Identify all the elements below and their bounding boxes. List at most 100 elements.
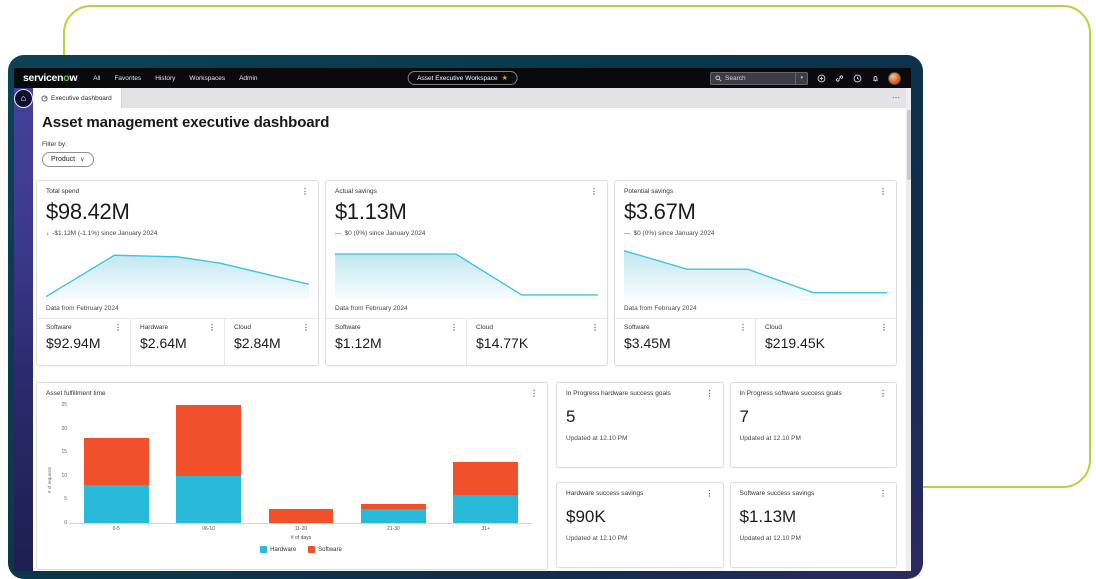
stat-value: $1.13M xyxy=(740,507,888,527)
link-icon[interactable] xyxy=(834,73,844,83)
bar-group-21-30 xyxy=(361,504,426,523)
bar-segment-software xyxy=(176,405,241,476)
bar-segment-software xyxy=(269,509,334,523)
trend-sparkline xyxy=(624,244,887,300)
breakdown-value: $1.12M xyxy=(335,335,458,351)
global-search-input[interactable]: Search ▾ xyxy=(710,72,808,85)
y-tick-label: 25 xyxy=(54,402,67,408)
kpi-card-total-spend: Total spend ⋮ $98.42M ↓ -$1.12M (-1.1%) … xyxy=(36,180,319,366)
tab-overflow-menu[interactable]: ⋯ xyxy=(892,94,906,102)
kpi-breakdown: Software⋮ $92.94M Hardware⋮ $2.64M Cloud… xyxy=(37,318,318,365)
dashboard-gauge-icon xyxy=(41,95,48,102)
chart-plot-area: 0510152025 xyxy=(70,406,532,524)
bar-group-06-10 xyxy=(176,405,241,523)
workspace-switcher-pill[interactable]: Asset Executive Workspace ★ xyxy=(407,71,518,85)
stat-title: In Progress hardware success goals xyxy=(566,390,671,397)
kebab-menu-icon[interactable]: ⋮ xyxy=(114,324,122,332)
kebab-menu-icon[interactable]: ⋮ xyxy=(591,324,599,332)
y-tick-label: 15 xyxy=(54,449,67,455)
legend-swatch xyxy=(308,546,315,553)
kebab-menu-icon[interactable]: ⋮ xyxy=(879,390,887,398)
breakdown-value: $2.84M xyxy=(234,335,310,351)
stat-updated: Updated at 12.10 PM xyxy=(566,535,714,542)
bar-group-31+ xyxy=(453,462,518,523)
legend-label: Software xyxy=(318,547,342,553)
y-tick-label: 0 xyxy=(54,520,67,526)
kpi-footnote: Data from February 2024 xyxy=(335,305,598,312)
stat-card-software-goals: In Progress software success goals⋮ 7 Up… xyxy=(730,382,898,468)
breakdown-hardware: Hardware ⋮ $2.64M xyxy=(130,319,224,365)
x-tick-label: 11-20 xyxy=(269,526,334,532)
nav-item-favorites[interactable]: Favorites xyxy=(114,75,141,82)
kebab-menu-icon[interactable]: ⋮ xyxy=(301,188,309,196)
kebab-menu-icon[interactable]: ⋮ xyxy=(739,324,747,332)
kpi-title: Potential savings xyxy=(624,188,673,195)
stat-card-hardware-goals: In Progress hardware success goals⋮ 5 Up… xyxy=(556,382,724,468)
bar-group-11-20 xyxy=(269,509,334,523)
search-scope-dropdown[interactable]: ▾ xyxy=(795,73,803,84)
home-icon: ⌂ xyxy=(21,94,26,103)
kpi-title: Total spend xyxy=(46,188,79,195)
bar-segment-software xyxy=(453,462,518,495)
breakdown-value: $92.94M xyxy=(46,335,122,351)
bottom-row: Asset fulfillment time ⋮ # of requests 0… xyxy=(36,382,897,570)
nav-item-admin[interactable]: Admin xyxy=(239,75,257,82)
kebab-menu-icon[interactable]: ⋮ xyxy=(450,324,458,332)
kebab-menu-icon[interactable]: ⋮ xyxy=(706,490,714,498)
dashboard-content: Asset management executive dashboard Fil… xyxy=(33,108,906,571)
breakdown-value: $14.77K xyxy=(476,335,599,351)
breakdown-label: Hardware xyxy=(140,324,168,332)
kebab-menu-icon[interactable]: ⋮ xyxy=(879,490,887,498)
breakdown-label: Cloud xyxy=(765,324,782,332)
left-navigation-rail: ⌂ xyxy=(14,88,33,571)
y-tick-label: 10 xyxy=(54,473,67,479)
workspace-pill-label: Asset Executive Workspace xyxy=(417,75,497,82)
kpi-value: $98.42M xyxy=(46,199,309,225)
kebab-menu-icon[interactable]: ⋮ xyxy=(879,188,887,196)
x-tick-label: 06-10 xyxy=(176,526,241,532)
notifications-bell-icon[interactable] xyxy=(870,73,880,83)
breakdown-label: Cloud xyxy=(476,324,493,332)
y-tick-label: 20 xyxy=(54,426,67,432)
product-filter-dropdown[interactable]: Product ∨ xyxy=(42,152,94,167)
kpi-breakdown: Software⋮ $1.12M Cloud ⋮ $14.77K xyxy=(326,318,607,365)
home-button[interactable]: ⌂ xyxy=(14,89,33,108)
nav-right-controls: Search ▾ xyxy=(710,72,901,85)
kpi-footnote: Data from February 2024 xyxy=(46,305,309,312)
breakdown-value: $2.64M xyxy=(140,335,216,351)
nav-item-all[interactable]: All xyxy=(93,75,100,82)
breakdown-label: Software xyxy=(624,324,650,332)
x-tick-label: 0-5 xyxy=(84,526,149,532)
trend-flat-icon: — xyxy=(335,230,342,237)
kebab-menu-icon[interactable]: ⋮ xyxy=(706,390,714,398)
breakdown-cloud: Cloud ⋮ $219.45K xyxy=(755,319,896,365)
kebab-menu-icon[interactable]: ⋮ xyxy=(208,324,216,332)
legend-swatch xyxy=(260,546,267,553)
x-tick-label: 31+ xyxy=(453,526,518,532)
kebab-menu-icon[interactable]: ⋮ xyxy=(880,324,888,332)
legend-item-hardware: Hardware xyxy=(260,546,296,553)
kebab-menu-icon[interactable]: ⋮ xyxy=(530,390,538,398)
kpi-delta-text: $0 (0%) since January 2024 xyxy=(634,230,715,237)
favorite-star-icon[interactable]: ★ xyxy=(502,75,508,82)
filter-section: Filter by: Product ∨ xyxy=(42,141,897,167)
kebab-menu-icon[interactable]: ⋮ xyxy=(302,324,310,332)
asset-fulfillment-chart-card: Asset fulfillment time ⋮ # of requests 0… xyxy=(36,382,548,570)
tab-executive-dashboard[interactable]: Executive dashboard xyxy=(33,88,122,108)
breakdown-value: $3.45M xyxy=(624,335,747,351)
tab-bar: Executive dashboard ⋯ xyxy=(33,88,906,108)
add-button[interactable] xyxy=(816,73,826,83)
nav-item-workspaces[interactable]: Workspaces xyxy=(189,75,225,82)
kebab-menu-icon[interactable]: ⋮ xyxy=(590,188,598,196)
stat-updated: Updated at 12.10 PM xyxy=(566,435,714,442)
breakdown-software: Software⋮ $1.12M xyxy=(326,319,466,365)
page-title: Asset management executive dashboard xyxy=(42,114,897,131)
breakdown-software: Software⋮ $92.94M xyxy=(37,319,130,365)
servicenow-logo[interactable]: servicenow xyxy=(23,72,77,84)
breakdown-value: $219.45K xyxy=(765,335,888,351)
help-clock-icon[interactable] xyxy=(852,73,862,83)
scrollbar-thumb[interactable] xyxy=(907,110,911,180)
stat-updated: Updated at 12.10 PM xyxy=(740,435,888,442)
user-avatar[interactable] xyxy=(888,72,901,85)
nav-item-history[interactable]: History xyxy=(155,75,175,82)
